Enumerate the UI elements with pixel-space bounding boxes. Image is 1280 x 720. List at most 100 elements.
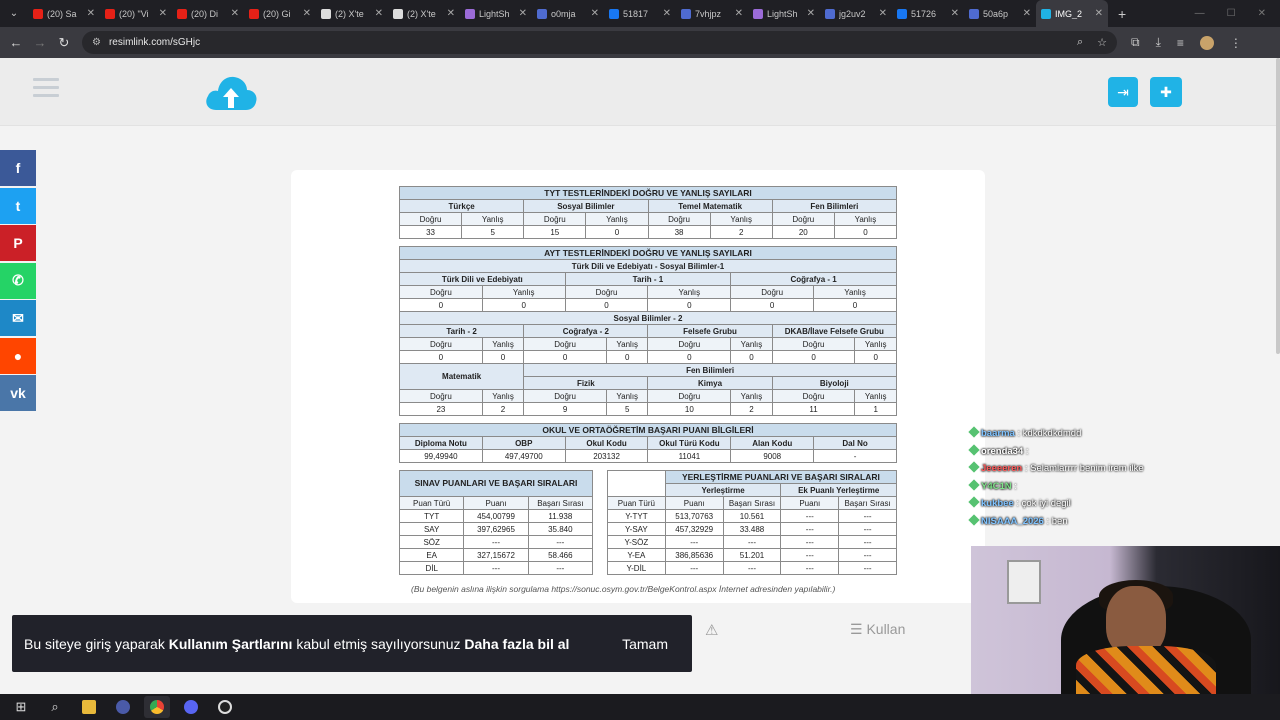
dogru-label: Doğru [399,285,483,299]
yanlis-label: Yanlış [606,337,649,351]
ayt-subject: Coğrafya - 1 [730,272,897,286]
tab-close-icon[interactable]: ✕ [159,8,167,19]
cookie-accept-button[interactable]: Tamam [610,636,680,652]
use-button[interactable]: ☰ Kullan [850,621,905,638]
tab-close-icon[interactable]: ✕ [735,8,743,19]
browser-tab[interactable]: jg2uv2 ✕ [820,0,892,27]
chrome-icon[interactable] [144,696,170,718]
start-menu-icon[interactable]: ⊞ [8,696,34,718]
obs-icon[interactable] [212,696,238,718]
ayt-subject: Fizik [523,376,649,390]
maximize-icon[interactable]: ☐ [1227,8,1236,19]
pinterest-share-icon[interactable]: P [0,225,36,261]
tab-close-icon[interactable]: ✕ [231,8,239,19]
browser-tab[interactable]: o0mja ✕ [532,0,604,27]
tab-close-icon[interactable]: ✕ [1023,8,1031,19]
tab-close-icon[interactable]: ✕ [663,8,671,19]
tab-close-icon[interactable]: ✕ [375,8,383,19]
tab-close-icon[interactable]: ✕ [879,8,887,19]
hamburger-menu-icon[interactable] [33,78,59,102]
back-icon[interactable]: ← [4,35,28,50]
tyt-title: TYT TESTLERİNDEKİ DOĞRU VE YANLIŞ SAYILA… [399,186,897,200]
yanlis-label: Yanlış [585,212,649,226]
sinav-header-row: Puan Türü Puanı Başarı Sırası [398,496,594,510]
browser-tab[interactable]: (20) Gi ✕ [244,0,316,27]
browser-menu-icon[interactable]: ⋮ [1230,36,1242,50]
close-window-icon[interactable]: ✕ [1258,8,1266,19]
bookmark-star-icon[interactable]: ☆ [1097,36,1107,49]
browser-tab[interactable]: 51817 ✕ [604,0,676,27]
obp-value: 99,49940 [399,449,483,463]
whatsapp-share-icon[interactable]: ✆ [0,262,36,299]
tab-close-icon[interactable]: ✕ [519,8,527,19]
site-info-icon[interactable]: ⚙ [92,37,101,48]
forward-icon[interactable]: → [28,35,52,50]
twitter-share-icon[interactable]: t [0,187,36,224]
yanlis-label: Yanlış [854,389,897,403]
chat-text: Selamlarrrr benim irem ilke [1030,463,1144,474]
ayt-math-label: Matematik [398,363,525,390]
url-field[interactable]: ⚙ resimlink.com/sGHjc ⌕ ☆ [82,31,1117,54]
browser-tab[interactable]: (20) Sa ✕ [28,0,100,27]
extensions-icon[interactable]: ⧉ [1131,35,1140,50]
obp-value: 11041 [647,449,732,463]
vk-share-icon[interactable]: vk [0,375,36,411]
browser-tab[interactable]: IMG_2 ✕ [1036,0,1108,27]
tab-favicon-icon [465,8,475,19]
tab-close-icon[interactable]: ✕ [1095,8,1103,19]
browser-tab[interactable]: LightSh ✕ [748,0,820,27]
tab-close-icon[interactable]: ✕ [807,8,815,19]
profile-avatar[interactable] [1199,35,1214,50]
browser-tab[interactable]: 51726 ✕ [892,0,964,27]
ayt-value: 0 [564,298,649,312]
tab-close-icon[interactable]: ✕ [447,8,455,19]
ayt-value: 0 [730,350,773,364]
browser-tab[interactable]: 7vhjpz ✕ [676,0,748,27]
browser-tab[interactable]: (20) Di ✕ [172,0,244,27]
sinav-cell: 454,00799 [463,509,529,523]
yanlis-label: Yanlış [730,337,773,351]
reddit-share-icon[interactable]: ● [0,337,36,374]
dogru-label: Doğru [771,212,835,226]
discord-icon[interactable] [178,696,204,718]
chat-username: kukbee [981,498,1014,509]
login-button[interactable]: ⇥ [1108,77,1138,107]
zoom-icon[interactable]: ⌕ [1077,36,1083,49]
tab-favicon-icon [681,8,691,19]
table-row: Y-SÖZ --- --- --- --- [607,535,897,549]
register-button[interactable]: ✚ [1150,77,1182,107]
page-scrollbar[interactable] [1276,58,1280,354]
learn-more-link[interactable]: Daha fazla bil al [464,636,569,652]
warning-icon[interactable]: ⚠ [705,621,718,639]
tab-close-icon[interactable]: ✕ [87,8,95,19]
browser-tab[interactable]: (2) X'te ✕ [388,0,460,27]
cloud-upload-logo-icon[interactable] [204,72,258,112]
terms-link[interactable]: Kullanım Şartlarını [169,636,293,652]
tab-close-icon[interactable]: ✕ [303,8,311,19]
browser-tab[interactable]: LightSh ✕ [460,0,532,27]
yerlestirme-cell: --- [780,548,840,562]
reading-list-icon[interactable]: ≡ [1177,36,1184,50]
reload-icon[interactable]: ↻ [52,35,76,51]
new-tab-button[interactable]: + [1108,6,1126,22]
app-icon[interactable] [110,696,136,718]
tyt-subject: Temel Matematik [647,199,773,213]
browser-tab[interactable]: (20) "Vi ✕ [100,0,172,27]
file-explorer-icon[interactable] [76,696,102,718]
taskbar-search-icon[interactable]: ⌕ [42,696,68,718]
tab-favicon-icon [753,8,763,19]
chat-separator: : [1013,498,1022,509]
yerlestirme-cell: --- [838,535,897,549]
browser-tab[interactable]: (2) X'te ✕ [316,0,388,27]
tab-close-icon[interactable]: ✕ [591,8,599,19]
facebook-share-icon[interactable]: f [0,150,36,186]
ayt-subject: Türk Dili ve Edebiyatı [399,272,566,286]
tab-search-icon[interactable]: ⌄ [0,0,28,27]
chat-message: NISAAA_2026 : ben [968,513,1190,534]
obp-header: Dal No [813,436,897,450]
tab-close-icon[interactable]: ✕ [951,8,959,19]
download-icon[interactable]: ⤓ [1156,35,1161,50]
browser-tab[interactable]: 50a6p ✕ [964,0,1036,27]
email-share-icon[interactable]: ✉ [0,300,36,336]
minimize-icon[interactable]: — [1195,8,1205,19]
